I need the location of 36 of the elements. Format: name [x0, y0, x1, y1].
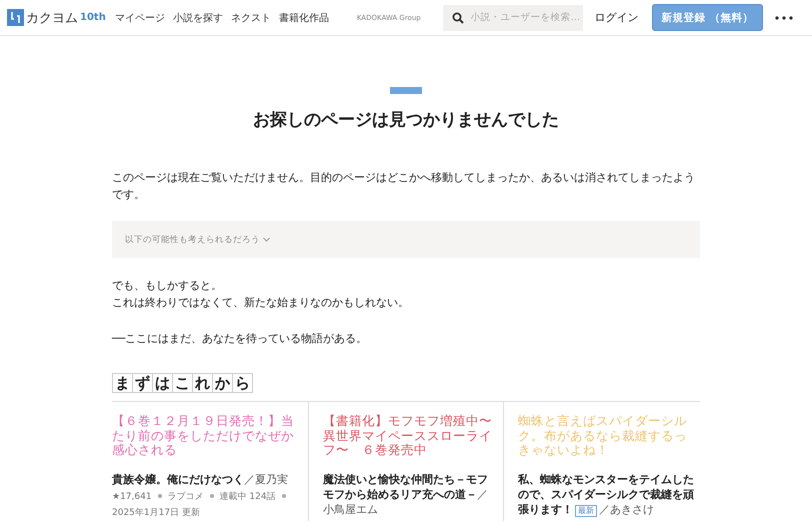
search-icon	[452, 12, 464, 24]
nav-link[interactable]: 小説を探す	[172, 10, 223, 24]
nav-link[interactable]: マイページ	[114, 10, 165, 24]
section-title-char: か	[212, 373, 233, 393]
page-heading: お探しのページは見つかりませんでした	[252, 109, 560, 131]
section-title-char: ら	[232, 373, 253, 393]
work-stat: ラブコメ	[168, 492, 204, 502]
body-text: これは終わりではなくて、新たな始まりなのかもしれない。	[112, 295, 410, 311]
work-stat: ★17,641	[112, 492, 152, 502]
body-text: でも、もしかすると。	[112, 278, 223, 294]
chevron-icon	[263, 237, 270, 242]
work-title[interactable]: 魔法使いと愉快な仲間たち－モフモフから始めるリア充への道－／小鳥屋エム	[323, 472, 497, 516]
section-title-char: れ	[192, 373, 213, 393]
section-title-char: ず	[132, 373, 153, 393]
logo-text[interactable]: カクヨム	[26, 8, 78, 26]
section-title-char: ま	[112, 373, 133, 393]
catchphrase-link[interactable]: 【書籍化】モフモフ増殖中〜異世界マイペーススローライフ〜 ６巻発売中	[323, 414, 497, 458]
section-title-char: は	[152, 373, 173, 393]
new-badge: 最新	[575, 504, 597, 516]
nav-link[interactable]: ネクスト	[230, 10, 271, 24]
anniversary-label: 10th	[80, 12, 106, 23]
work-title[interactable]: 貴族令嬢。俺にだけなつく／夏乃実	[112, 472, 302, 486]
work-stat: 2025年1月17日 更新	[112, 508, 200, 518]
login-link[interactable]: ログイン	[594, 10, 639, 25]
bullet-icon	[158, 494, 162, 498]
bullet-icon	[210, 494, 214, 498]
work-title[interactable]: 私、蜘蛛なモンスターをテイムしたので、スパイダーシルクで裁縫を頑張ります！ 最新 ／あきさけ	[518, 472, 694, 516]
more-icon[interactable]	[775, 16, 794, 20]
section-title-char: こ	[172, 373, 193, 393]
bracket-logo-icon[interactable]	[7, 9, 24, 26]
nav-link[interactable]: 書籍化作品	[278, 10, 329, 24]
tagline-text: ──ここにはまだ、あなたを待っている物語がある。	[112, 331, 368, 347]
work-stat: 連載中 124話	[220, 492, 276, 502]
accent-bar	[390, 87, 422, 94]
error-message: このページは現在ご覧いただけません。目的のページはどこかへ移動してしまったか、あるいは消されてしまったようです。	[112, 170, 696, 203]
bullet-icon	[282, 494, 286, 498]
